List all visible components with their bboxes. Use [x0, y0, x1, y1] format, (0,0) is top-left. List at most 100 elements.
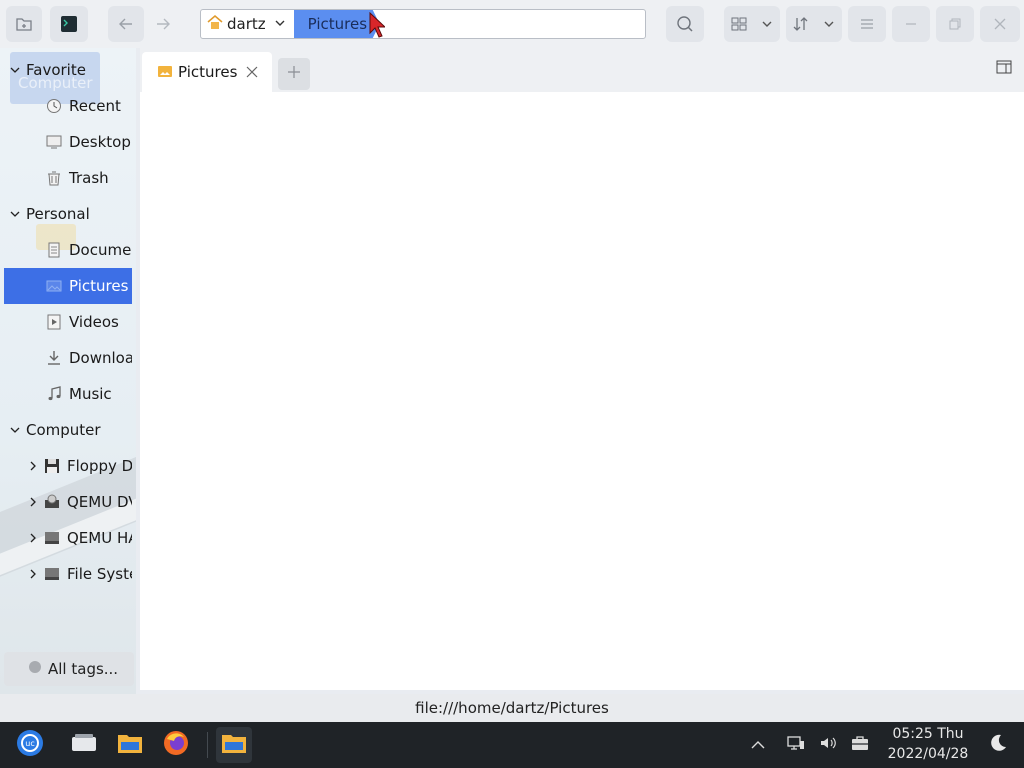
- tray-night-mode[interactable]: [980, 727, 1016, 763]
- sidebar-panel-icon: [996, 60, 1012, 78]
- sidebar-item-filesystem[interactable]: File System: [4, 556, 132, 592]
- sidebar-item-trash[interactable]: Trash: [4, 160, 132, 196]
- sidebar-group-label: Favorite: [26, 61, 86, 79]
- sidebar-item-pictures[interactable]: Pictures: [4, 268, 132, 304]
- taskbar-firefox[interactable]: [158, 727, 194, 763]
- detail-panel-button[interactable]: [996, 60, 1012, 78]
- chevron-up-icon: [751, 736, 765, 754]
- close-window-button[interactable]: [980, 6, 1020, 42]
- all-tags-label: All tags...: [48, 660, 119, 678]
- tray-expand-button[interactable]: [740, 727, 776, 763]
- tray-network[interactable]: [778, 727, 814, 763]
- all-tags-button[interactable]: All tags...: [4, 652, 134, 686]
- sidebar-item-label: Videos: [69, 313, 119, 331]
- sidebar-item-label: Pictures: [69, 277, 129, 295]
- taskbar-separator: [207, 732, 208, 758]
- sidebar-item-floppy[interactable]: Floppy Disk: [4, 448, 132, 484]
- breadcrumb-current-label: Pictures: [307, 15, 368, 33]
- sidebar-item-recent[interactable]: Recent: [4, 88, 132, 124]
- chevron-right-icon[interactable]: [28, 533, 38, 543]
- terminal-icon: [60, 15, 78, 33]
- trash-icon: [46, 170, 62, 186]
- sidebar-item-music[interactable]: Music: [4, 376, 132, 412]
- forward-button[interactable]: [146, 6, 180, 42]
- chevron-right-icon[interactable]: [28, 569, 38, 579]
- back-button[interactable]: [108, 6, 144, 42]
- network-icon: [787, 734, 805, 756]
- sidebar-item-label: File System: [67, 565, 132, 583]
- sidebar-item-label: Music: [69, 385, 112, 403]
- status-bar: file:///home/dartz/Pictures: [0, 694, 1024, 722]
- sidebar-item-label: QEMU DVD-ROM: [67, 493, 132, 511]
- sort-icon: [793, 16, 809, 32]
- sidebar-item-label: QEMU HARDDISK: [67, 529, 132, 547]
- new-tab-button[interactable]: [278, 58, 310, 90]
- sidebar-item-harddisk[interactable]: QEMU HARDDISK: [4, 520, 132, 556]
- grid-view-icon: [731, 17, 747, 31]
- address-bar[interactable]: dartz Pictures: [200, 9, 646, 39]
- view-mode-button[interactable]: [724, 6, 780, 42]
- sidebar-item-downloads[interactable]: Downloads: [4, 340, 132, 376]
- sidebar-item-desktop[interactable]: Desktop: [4, 124, 132, 160]
- moon-icon: [988, 733, 1008, 757]
- folder-icon: [117, 732, 143, 758]
- sidebar: Computer Favorite Recent Desktop Trash P…: [0, 48, 136, 694]
- minimize-icon: [904, 17, 918, 31]
- music-icon: [46, 386, 62, 402]
- sidebar-group-computer[interactable]: Computer: [4, 412, 132, 448]
- sidebar-group-favorite[interactable]: Favorite: [4, 52, 132, 88]
- terminal-button[interactable]: [50, 6, 88, 42]
- chevron-right-icon[interactable]: [28, 461, 38, 471]
- close-icon[interactable]: [245, 65, 259, 79]
- filesystem-icon: [44, 566, 60, 582]
- toolbar: dartz Pictures: [0, 0, 1024, 48]
- taskbar-multitask[interactable]: [66, 727, 102, 763]
- chevron-down-icon: [761, 18, 773, 30]
- breadcrumb-home-label: dartz: [227, 15, 266, 33]
- plus-icon: [287, 65, 301, 83]
- file-view[interactable]: [140, 92, 1024, 690]
- minimize-button[interactable]: [892, 6, 930, 42]
- firefox-icon: [163, 730, 189, 760]
- sidebar-group-label: Computer: [26, 421, 101, 439]
- tray-volume[interactable]: [810, 727, 846, 763]
- search-button[interactable]: [666, 6, 704, 42]
- tab-pictures[interactable]: Pictures: [142, 52, 272, 92]
- briefcase-icon: [851, 735, 869, 755]
- sidebar-item-dvd[interactable]: QEMU DVD-ROM: [4, 484, 132, 520]
- windows-icon: [71, 733, 97, 757]
- sort-button[interactable]: [786, 6, 842, 42]
- speaker-icon: [819, 734, 837, 756]
- sidebar-item-documents[interactable]: Documents: [4, 232, 132, 268]
- new-window-button[interactable]: [6, 6, 42, 42]
- clock-icon: [46, 98, 62, 114]
- breadcrumb-current[interactable]: Pictures: [293, 10, 380, 38]
- sidebar-item-label: Documents: [69, 241, 132, 259]
- sidebar-item-label: Downloads: [69, 349, 132, 367]
- taskbar-file-manager-active[interactable]: [216, 727, 252, 763]
- arrow-left-icon: [118, 16, 134, 32]
- clock-date: 2022/04/28: [887, 746, 969, 762]
- folder-open-icon: [15, 15, 33, 33]
- sidebar-group-personal[interactable]: Personal: [4, 196, 132, 232]
- restore-icon: [948, 17, 962, 31]
- taskbar-file-manager-pinned[interactable]: [112, 727, 148, 763]
- chevron-right-icon[interactable]: [28, 497, 38, 507]
- taskbar-clock[interactable]: 05:25 Thu 2022/04/28: [882, 724, 974, 766]
- sidebar-item-videos[interactable]: Videos: [4, 304, 132, 340]
- launcher-button[interactable]: uc: [12, 727, 48, 763]
- tag-icon: [28, 660, 42, 678]
- sidebar-item-label: Floppy Disk: [67, 457, 132, 475]
- menu-icon: [860, 18, 874, 30]
- harddisk-icon: [44, 530, 60, 546]
- sidebar-item-label: Desktop: [69, 133, 131, 151]
- tray-briefcase[interactable]: [842, 727, 878, 763]
- launcher-icon: uc: [16, 729, 44, 761]
- breadcrumb-home[interactable]: dartz: [201, 10, 294, 38]
- folder-icon: [221, 732, 247, 758]
- sidebar-item-label: Recent: [69, 97, 121, 115]
- maximize-button[interactable]: [936, 6, 974, 42]
- menu-button[interactable]: [848, 6, 886, 42]
- taskbar: uc 05:25 Thu 2022/04/28: [0, 722, 1024, 768]
- chevron-down-icon[interactable]: [274, 15, 286, 33]
